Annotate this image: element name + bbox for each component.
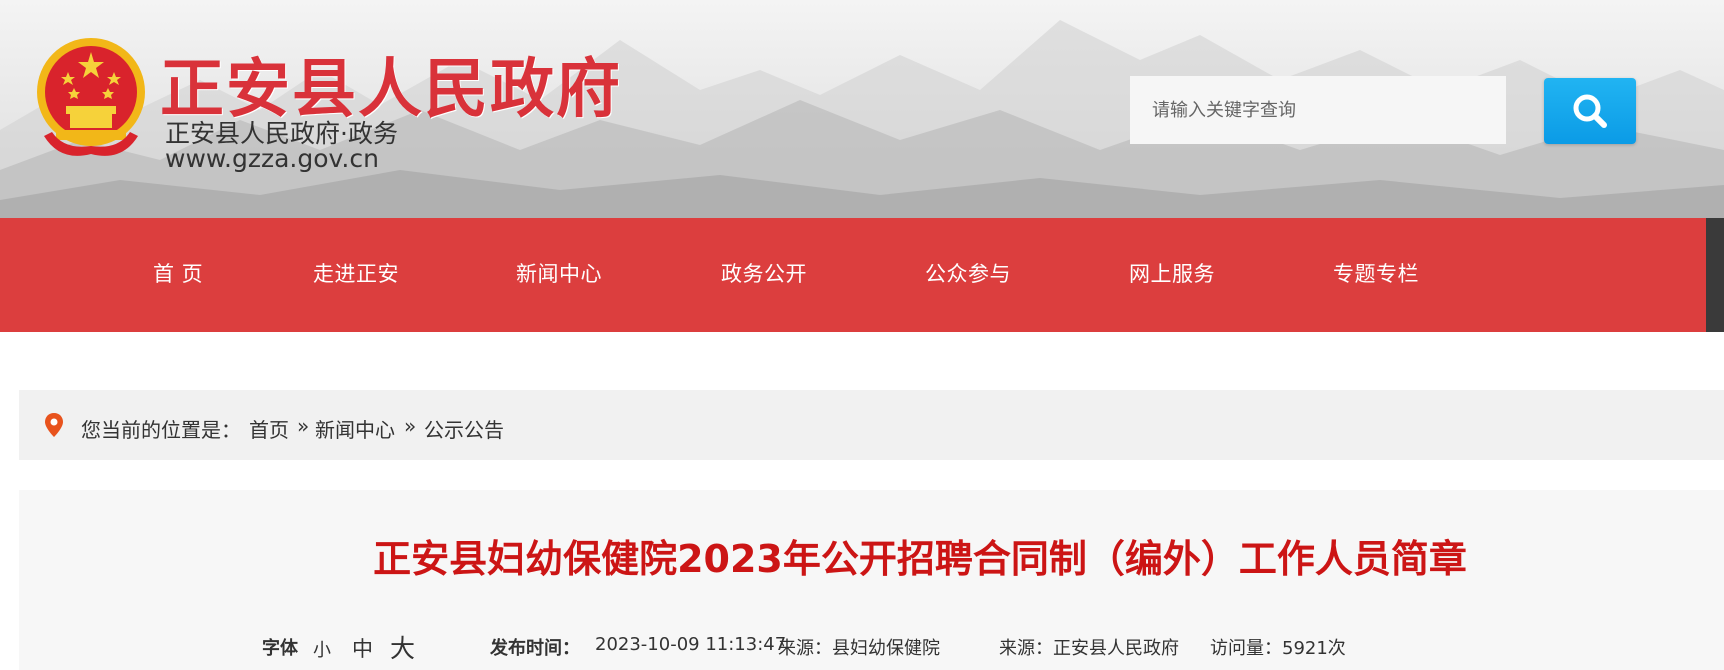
font-size-medium-button[interactable]: 中 (352, 633, 373, 663)
font-size-label: 字体 (262, 638, 298, 659)
site-header: 正安县人民政府 正安县人民政府·政务 www.gzza.gov.cn (0, 0, 1724, 218)
breadcrumb-news[interactable]: 新闻中心 (315, 414, 395, 443)
publish-time: 2023-10-09 11:13:47 (595, 634, 787, 655)
breadcrumb-separator: » (297, 414, 310, 438)
location-pin-icon (45, 413, 63, 437)
nav-item-online-service[interactable]: 网上服务 (1129, 258, 1215, 288)
visit-count: 访问量：5921次 (1210, 638, 1346, 659)
article-title: 正安县妇幼保健院2023年公开招聘合同制（编外）工作人员简章 (373, 537, 1467, 581)
main-nav (0, 218, 1706, 332)
font-size-small-button[interactable]: 小 (313, 636, 331, 662)
breadcrumb-separator: » (404, 414, 417, 438)
article-source: 来源：县妇幼保健院 (778, 638, 940, 659)
site-domain: www.gzza.gov.cn (165, 144, 379, 173)
nav-item-news[interactable]: 新闻中心 (516, 258, 602, 288)
nav-item-home[interactable]: 首 页 (153, 258, 203, 288)
nav-item-gov-affairs[interactable]: 政务公开 (721, 258, 807, 288)
font-size-large-button[interactable]: 大 (390, 629, 415, 665)
breadcrumb-notices[interactable]: 公示公告 (424, 414, 504, 443)
nav-item-about[interactable]: 走进正安 (313, 258, 399, 288)
nav-item-public[interactable]: 公众参与 (925, 258, 1011, 288)
publish-time-label: 发布时间： (490, 638, 580, 659)
search-input[interactable] (1130, 76, 1506, 144)
search-icon (1573, 94, 1607, 128)
nav-edge-bar (1706, 218, 1724, 332)
search-button[interactable] (1544, 78, 1636, 144)
national-emblem-icon (37, 38, 145, 156)
site-source: 来源：正安县人民政府 (999, 638, 1179, 659)
nav-item-topics[interactable]: 专题专栏 (1333, 258, 1419, 288)
breadcrumb-home[interactable]: 首页 (249, 414, 289, 443)
breadcrumb-prefix: 您当前的位置是： (81, 418, 241, 442)
